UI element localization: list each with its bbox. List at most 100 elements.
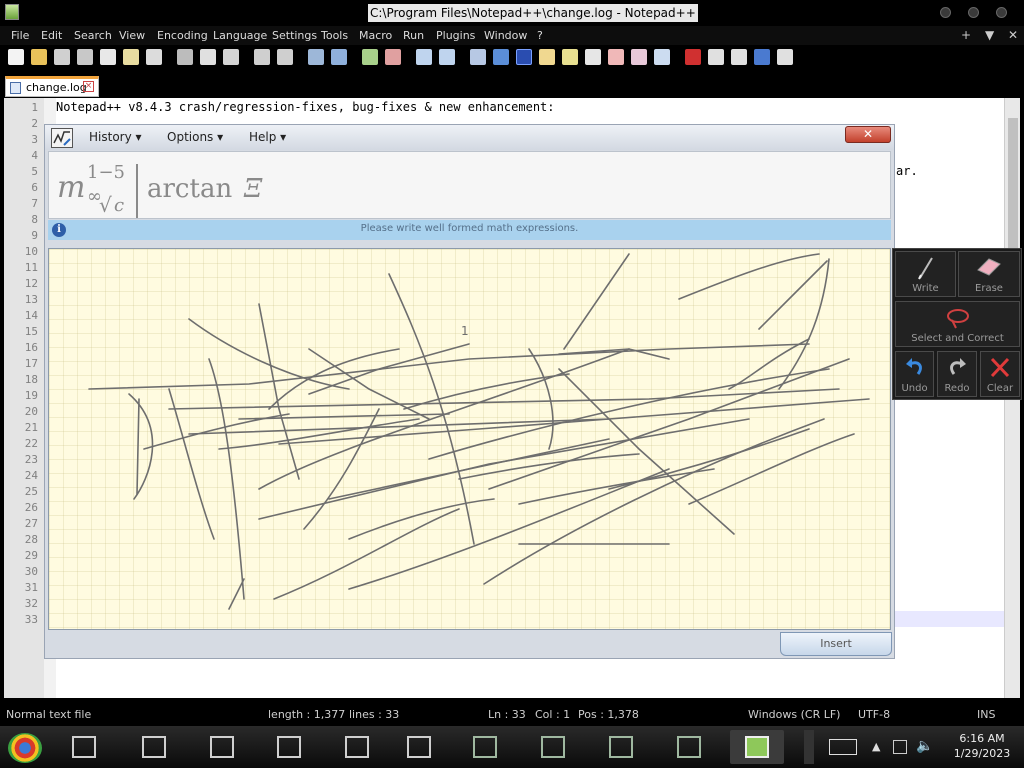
menu-plugins[interactable]: Plugins xyxy=(436,29,475,42)
tab-change-log[interactable]: change.log × xyxy=(5,76,99,97)
status-column: Col : 1 xyxy=(535,708,571,721)
menu-macro[interactable]: Macro xyxy=(359,29,392,42)
zoom-in-icon[interactable] xyxy=(362,49,378,65)
monitoring-icon[interactable] xyxy=(608,49,624,65)
paste-icon[interactable] xyxy=(223,49,239,65)
function-list-icon[interactable] xyxy=(562,49,578,65)
taskbar-app-3[interactable] xyxy=(195,730,249,764)
open-file-icon[interactable] xyxy=(31,49,47,65)
clock-time: 6:16 AM xyxy=(959,732,1005,745)
udl-icon[interactable] xyxy=(631,49,647,65)
folder-workspace-icon[interactable] xyxy=(585,49,601,65)
status-position: Pos : 1,378 xyxy=(578,708,639,721)
menu-settings[interactable]: Settings xyxy=(272,29,317,42)
handwriting-canvas[interactable]: 1 xyxy=(48,248,891,630)
math-panel-menubar: History ▾ Options ▾ Help ▾ ✕ xyxy=(45,125,894,150)
taskbar-app-10[interactable] xyxy=(662,730,716,764)
formula-preview: m 1−5 ∞ √ c arctan Ξ xyxy=(48,151,891,219)
clear-button[interactable]: Clear xyxy=(980,351,1020,397)
close-icon[interactable] xyxy=(100,49,116,65)
preview-icon[interactable] xyxy=(654,49,670,65)
info-message: Please write well formed math expression… xyxy=(360,223,579,234)
start-button-icon[interactable] xyxy=(8,733,42,763)
undo-icon[interactable] xyxy=(254,49,270,65)
redo-button[interactable]: Redo xyxy=(937,351,977,397)
taskbar-app-2[interactable] xyxy=(127,730,181,764)
sync-v-icon[interactable] xyxy=(416,49,432,65)
magnifier-icon xyxy=(345,736,369,758)
math-panel-close-button[interactable]: ✕ xyxy=(845,126,891,143)
menu-edit[interactable]: Edit xyxy=(41,29,62,42)
sync-h-icon[interactable] xyxy=(439,49,455,65)
menu-tools[interactable]: Tools xyxy=(321,29,348,42)
menu-window[interactable]: Window xyxy=(484,29,527,42)
find-icon[interactable] xyxy=(308,49,324,65)
zoom-out-icon[interactable] xyxy=(385,49,401,65)
erase-button[interactable]: Erase xyxy=(958,251,1020,297)
undo-button[interactable]: Undo xyxy=(895,351,934,397)
run-macro-multiple-icon[interactable] xyxy=(754,49,770,65)
taskbar-app-8[interactable] xyxy=(526,730,580,764)
formula-radical: √ xyxy=(99,193,112,217)
app-window-icon xyxy=(677,736,701,758)
network-icon[interactable] xyxy=(893,740,907,754)
word-wrap-icon[interactable] xyxy=(470,49,486,65)
menu-help[interactable]: ? xyxy=(537,29,543,42)
play-macro-icon[interactable] xyxy=(731,49,747,65)
taskbar: ▲ 🔈 6:16 AM 1/29/2023 xyxy=(0,726,1024,768)
copy-icon[interactable] xyxy=(200,49,216,65)
menu-search[interactable]: Search xyxy=(74,29,112,42)
close-window-button[interactable] xyxy=(996,7,1007,18)
volume-icon[interactable]: 🔈 xyxy=(916,738,933,754)
window-icon xyxy=(142,736,166,758)
taskbar-scroll[interactable] xyxy=(804,730,814,764)
taskbar-app-6[interactable] xyxy=(392,730,446,764)
keyboard-icon[interactable] xyxy=(829,739,857,755)
write-button[interactable]: Write xyxy=(895,251,956,297)
taskbar-notepadpp[interactable] xyxy=(730,730,784,764)
taskbar-app-4[interactable] xyxy=(262,730,316,764)
save-all-icon[interactable] xyxy=(77,49,93,65)
taskbar-clock[interactable]: 6:16 AM 1/29/2023 xyxy=(940,731,1024,761)
cut-icon[interactable] xyxy=(177,49,193,65)
indent-guide-icon[interactable] xyxy=(516,49,532,65)
save-macro-icon[interactable] xyxy=(777,49,793,65)
formula-variable: Ξ xyxy=(244,174,263,204)
replace-icon[interactable] xyxy=(331,49,347,65)
print-icon[interactable] xyxy=(146,49,162,65)
tray-expand-icon[interactable]: ▲ xyxy=(872,740,880,753)
menu-run[interactable]: Run xyxy=(403,29,424,42)
new-tab-icon[interactable]: + xyxy=(961,28,971,42)
menu-options[interactable]: Options ▾ xyxy=(167,130,223,144)
menu-view[interactable]: View xyxy=(119,29,145,42)
lasso-icon xyxy=(946,309,969,329)
tab-list-icon[interactable]: ▼ xyxy=(985,28,994,42)
menu-encoding[interactable]: Encoding xyxy=(157,29,208,42)
notepadpp-app-icon[interactable] xyxy=(5,4,19,20)
insert-button[interactable]: Insert xyxy=(780,632,892,656)
select-and-correct-button[interactable]: Select and Correct xyxy=(895,301,1020,347)
new-file-icon[interactable] xyxy=(8,49,24,65)
menu-file[interactable]: File xyxy=(11,29,29,42)
show-all-chars-icon[interactable] xyxy=(493,49,509,65)
record-macro-icon[interactable] xyxy=(685,49,701,65)
menu-language[interactable]: Language xyxy=(213,29,267,42)
line-numbers: 1 2 3 4 5 6 7 8 9 10 11 12 13 14 15 16 1… xyxy=(24,101,38,626)
taskbar-app-7[interactable] xyxy=(458,730,512,764)
doc-map-icon[interactable] xyxy=(539,49,555,65)
taskbar-app-5[interactable] xyxy=(330,730,384,764)
menu-help-panel[interactable]: Help ▾ xyxy=(249,130,286,144)
taskbar-app-9[interactable] xyxy=(594,730,648,764)
tab-close-icon[interactable]: × xyxy=(83,81,94,92)
close-all-icon[interactable] xyxy=(123,49,139,65)
math-input-panel: History ▾ Options ▾ Help ▾ ✕ m 1−5 ∞ √ c… xyxy=(44,124,895,659)
save-icon[interactable] xyxy=(54,49,70,65)
stop-macro-icon[interactable] xyxy=(708,49,724,65)
maximize-button[interactable] xyxy=(968,7,979,18)
redo-icon[interactable] xyxy=(277,49,293,65)
toolbar xyxy=(0,45,1024,71)
menu-history[interactable]: History ▾ xyxy=(89,130,142,144)
taskbar-app-1[interactable] xyxy=(57,730,111,764)
close-doc-icon[interactable]: ✕ xyxy=(1008,28,1018,42)
minimize-button[interactable] xyxy=(940,7,951,18)
